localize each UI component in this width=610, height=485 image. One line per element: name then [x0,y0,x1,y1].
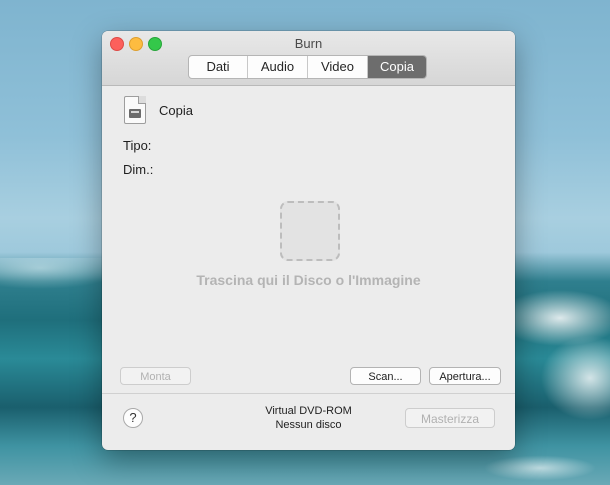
burn-button[interactable]: Masterizza [405,408,495,428]
copy-title: Copia [159,103,193,118]
tab-bar: Dati Audio Video Copia [188,55,427,79]
tab-dati[interactable]: Dati [189,56,248,78]
type-label: Tipo: [123,138,152,153]
window-title: Burn [294,36,323,51]
tab-copia[interactable]: Copia [368,56,426,78]
mount-button[interactable]: Monta [120,367,191,385]
drop-zone[interactable] [280,201,340,261]
tab-video[interactable]: Video [308,56,368,78]
size-label: Dim.: [123,162,154,177]
title-bar: Burn Dati Audio Video Copia [102,31,515,86]
disc-image-icon [124,96,146,124]
open-button[interactable]: Apertura... [429,367,501,385]
burn-window: Burn Dati Audio Video Copia Copia Tipo: … [102,31,515,450]
copy-panel: Copia Tipo: Dim.: Trascina qui il Disco … [102,86,515,450]
divider [102,393,515,394]
drop-hint: Trascina qui il Disco o l'Immagine [196,272,421,288]
tab-audio[interactable]: Audio [248,56,308,78]
scan-button[interactable]: Scan... [350,367,421,385]
